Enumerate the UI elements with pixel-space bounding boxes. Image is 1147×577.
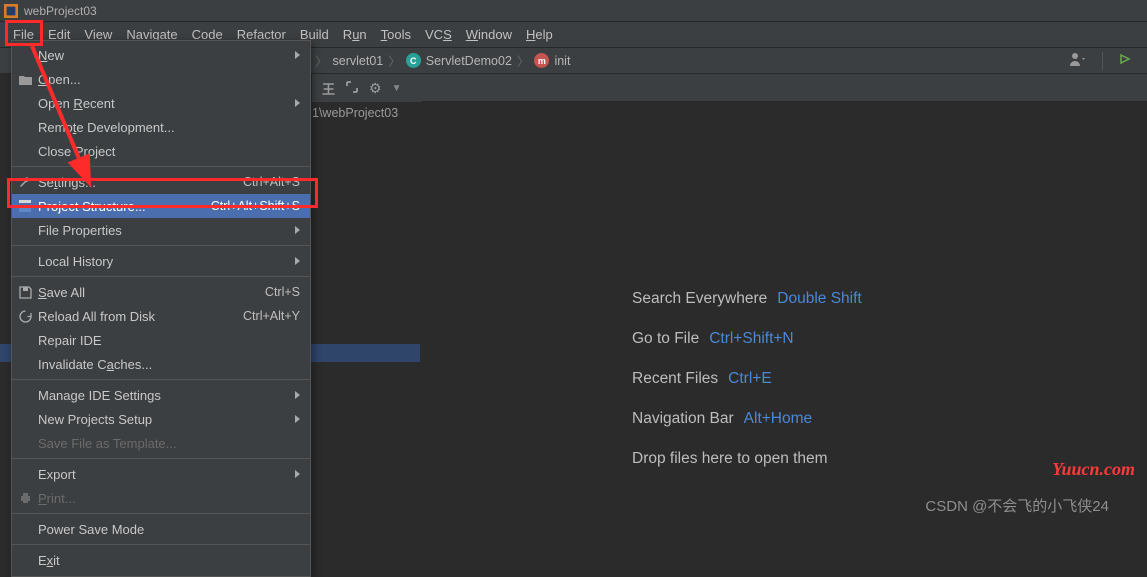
menu-item-manage-ide-settings[interactable]: Manage IDE Settings [12,383,310,407]
menu-item-reload[interactable]: Reload All from DiskCtrl+Alt+Y [12,304,310,328]
menu-item-settings[interactable]: Settings...Ctrl+Alt+S [12,170,310,194]
hint-goto-file: Go to FileCtrl+Shift+N [632,330,862,348]
wrench-icon [17,174,33,190]
title-bar: webProject03 [0,0,1147,22]
build-icon[interactable] [1117,51,1133,70]
hint-drop-files: Drop files here to open them [632,450,862,468]
dropdown-icon[interactable]: ▼ [392,83,402,94]
editor-empty-hints: Search EverywhereDouble Shift Go to File… [632,290,862,468]
app-icon [4,4,18,18]
menu-item-open-recent[interactable]: Open Recent [12,91,310,115]
save-icon [17,284,33,300]
hint-nav-bar: Navigation BarAlt+Home [632,410,862,428]
editor-toolbar-bg [312,74,1147,102]
menu-window[interactable]: Window [459,24,519,45]
menu-item-remote-dev[interactable]: Remote Development... [12,115,310,139]
collapse-icon[interactable]: 王 [322,79,335,98]
print-icon [17,490,33,506]
menu-item-repair-ide[interactable]: Repair IDE [12,328,310,352]
project-structure-icon [17,198,33,214]
menu-item-export[interactable]: Export [12,462,310,486]
breadcrumb-item[interactable]: ServletDemo02 [426,54,512,68]
menu-item-local-history[interactable]: Local History [12,249,310,273]
menu-item-file-properties[interactable]: File Properties [12,218,310,242]
separator [1102,52,1103,70]
editor-toolbar: 王 ⚙ ▼ [312,75,422,103]
menu-run[interactable]: Run [336,24,374,45]
menu-tools[interactable]: Tools [374,24,418,45]
class-icon: C [406,53,421,68]
menu-separator [12,458,310,459]
menu-separator [12,544,310,545]
file-path-fragment: 1\webProject03 [312,106,398,120]
method-icon: m [534,53,549,68]
hint-search: Search EverywhereDouble Shift [632,290,862,308]
menu-separator [12,276,310,277]
menu-help[interactable]: Help [519,24,560,45]
reload-icon [17,308,33,324]
watermark-yuucn: Yuucn.com [1052,459,1135,480]
expand-icon[interactable] [345,80,359,97]
menu-item-close-project[interactable]: Close Project [12,139,310,163]
menu-vcs[interactable]: VCS [418,24,459,45]
menu-separator [12,379,310,380]
menu-item-new[interactable]: New [12,43,310,67]
breadcrumb-item[interactable]: init [554,54,570,68]
menu-separator [12,245,310,246]
menu-item-power-save[interactable]: Power Save Mode [12,517,310,541]
menu-item-new-projects-setup[interactable]: New Projects Setup [12,407,310,431]
file-menu-dropdown: New Open... Open Recent Remote Developme… [11,40,311,577]
menu-item-print: Print... [12,486,310,510]
folder-open-icon [17,71,33,87]
menu-item-exit[interactable]: Exit [12,548,310,572]
menu-separator [12,513,310,514]
menu-item-open[interactable]: Open... [12,67,310,91]
window-title: webProject03 [24,4,97,18]
breadcrumb[interactable]: 〉 servlet01 〉 C ServletDemo02 〉 m init [312,51,570,70]
breadcrumb-item[interactable]: servlet01 [333,54,384,68]
watermark-csdn: CSDN @不会飞的小飞侠24 [925,495,1109,516]
user-dropdown-icon[interactable] [1068,51,1088,70]
menu-item-project-structure[interactable]: Project Structure...Ctrl+Alt+Shift+S [12,194,310,218]
hint-recent-files: Recent FilesCtrl+E [632,370,862,388]
menu-item-save-all[interactable]: Save AllCtrl+S [12,280,310,304]
settings-icon[interactable]: ⚙ [369,80,382,97]
toolbar-right [1068,51,1133,70]
menu-item-save-as-template: Save File as Template... [12,431,310,455]
menu-separator [12,166,310,167]
menu-item-invalidate-caches[interactable]: Invalidate Caches... [12,352,310,376]
